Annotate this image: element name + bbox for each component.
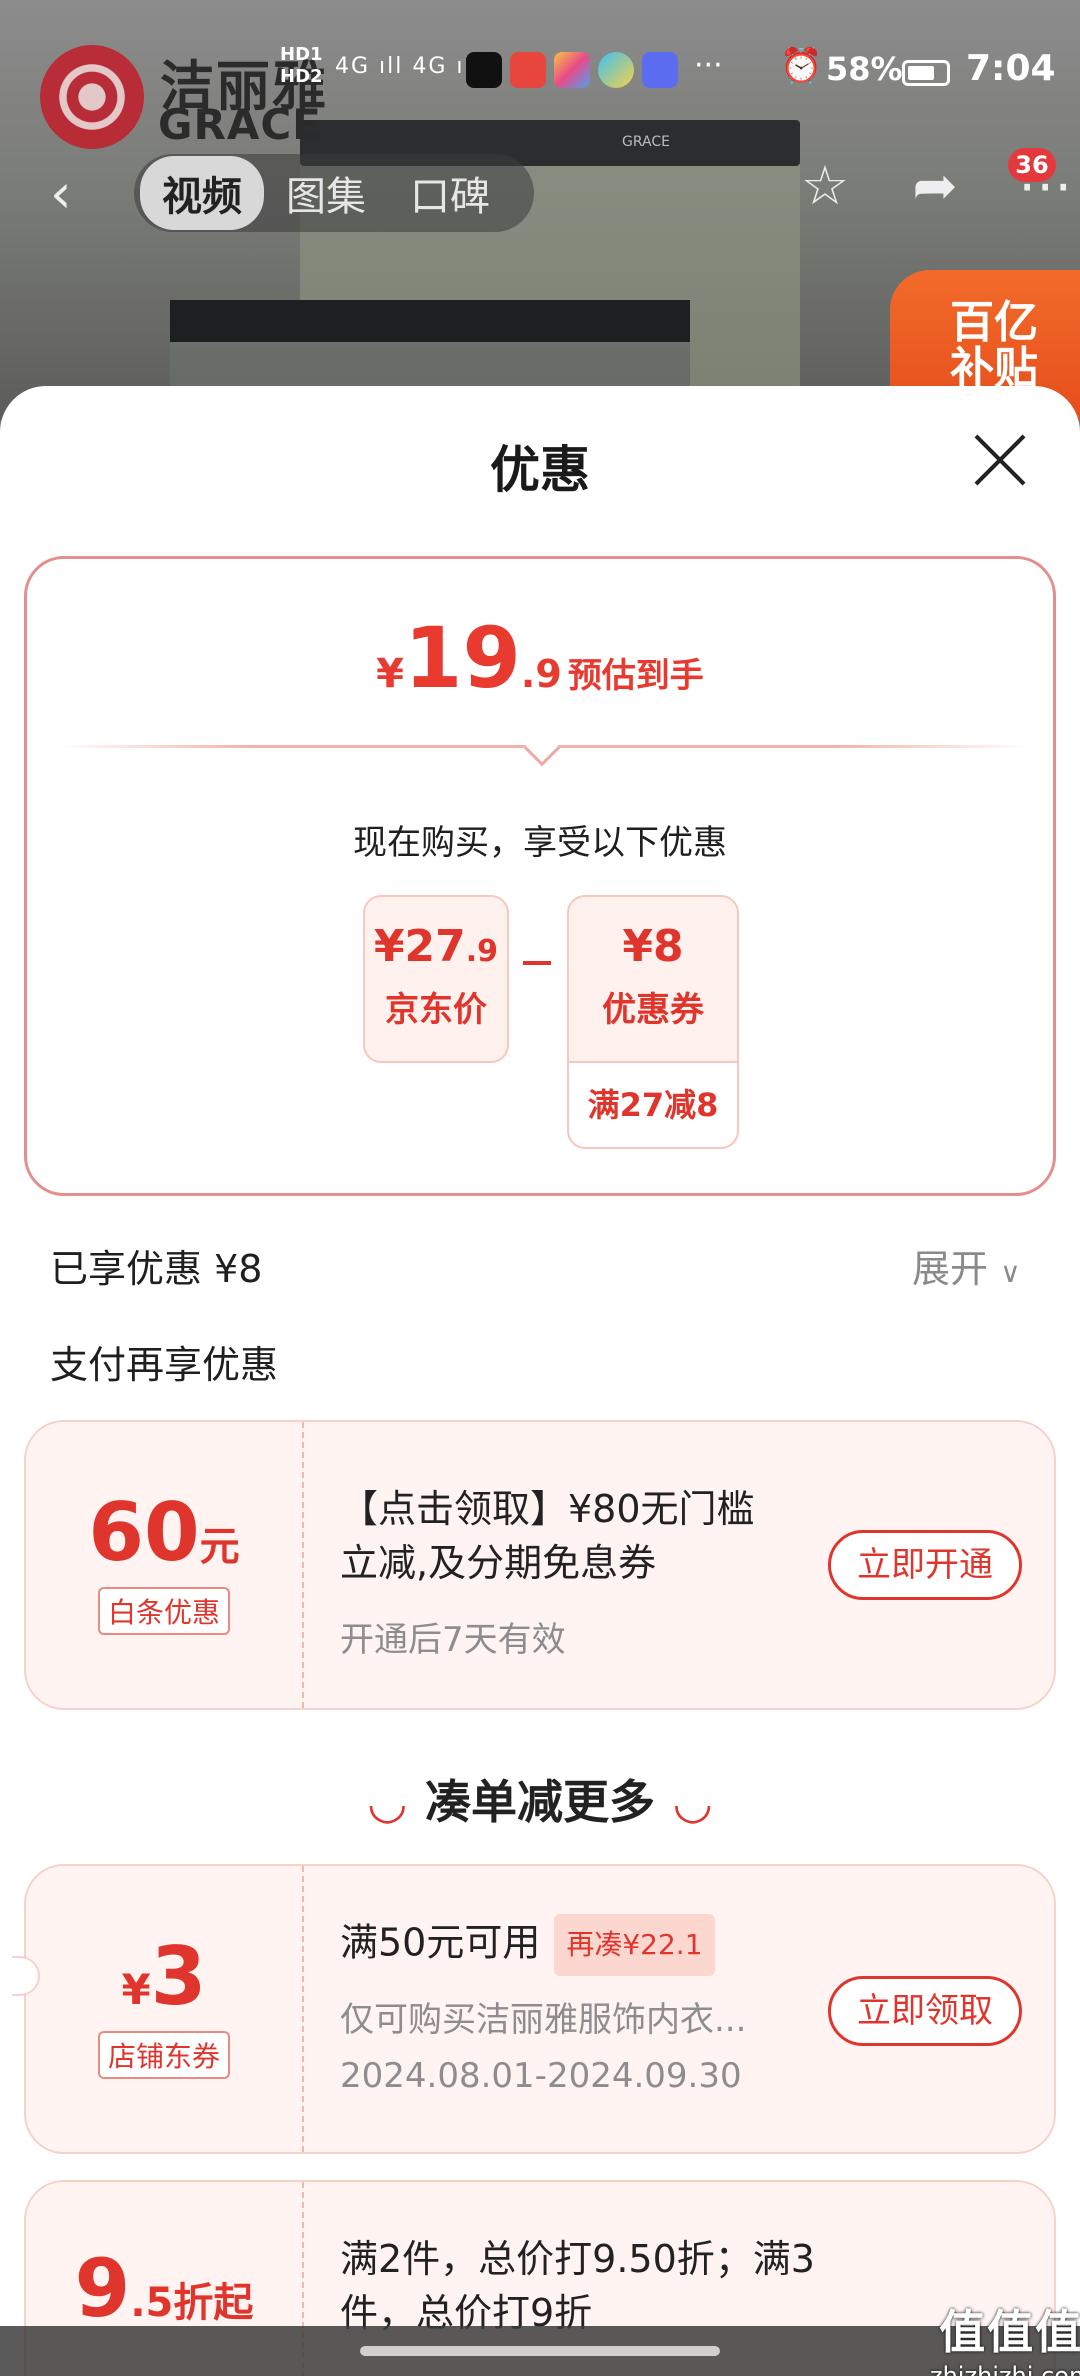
- shop-coupon-card: ¥3 店铺东券 满50元可用 再凑¥22.1 仅可购买洁丽雅服饰内衣... 202…: [12, 1864, 1056, 2154]
- app-icon: [554, 52, 590, 88]
- minus-sign: [523, 961, 551, 965]
- baitiao-title-line1: 【点击领取】¥80无门槛: [340, 1487, 755, 1531]
- shop-coupon-value: 3: [150, 1930, 207, 2023]
- add-more-tag: 再凑¥22.1: [554, 1914, 715, 1976]
- shop-coupon-currency: ¥: [121, 1965, 151, 2014]
- watermark: 值值值 zhizhizhi.com: [930, 2296, 1080, 2376]
- divider-notch: [523, 729, 561, 767]
- coupon-box: ¥8 优惠券 满27减8: [567, 895, 739, 1149]
- jd-price-main: ¥27: [373, 921, 466, 972]
- baitiao-amount-unit: 元: [199, 1524, 240, 1570]
- discount-title: 满2件，总价打9.50折；满3 件，总价打9折: [340, 2232, 815, 2340]
- section-heading: ◡ 凑单减更多 ◡: [0, 1766, 1080, 1832]
- enjoy-text: 现在购买，享受以下优惠: [353, 823, 727, 863]
- shop-coupon-left: ¥3 店铺东券: [26, 1866, 304, 2152]
- status-bar: HD1 HD2 4G ıll 4G ıll ··· ⏰ 58% 7:04: [0, 40, 1080, 100]
- hd2-label: HD2: [280, 66, 323, 87]
- estimated-decimal: .9: [520, 652, 562, 696]
- tiktok-icon: [466, 52, 502, 88]
- claim-coupon-button[interactable]: 立即领取: [828, 1976, 1022, 2046]
- top-nav: ‹ 视频 图集 口碑 ☆ ➦ ⋯: [0, 140, 1080, 240]
- notification-icons: [466, 52, 678, 88]
- shop-coupon-title: 满50元可用 再凑¥22.1: [340, 1914, 715, 1976]
- baitiao-title: 【点击领取】¥80无门槛 立减,及分期免息券: [340, 1482, 755, 1590]
- tab-reviews[interactable]: 口碑: [388, 156, 512, 230]
- shop-coupon-tag: 店铺东券: [97, 2031, 230, 2079]
- section-title: 凑单减更多: [425, 1775, 655, 1829]
- discount-title-line1: 满2件，总价打9.50折；满3: [340, 2237, 815, 2281]
- clock: 7:04: [966, 48, 1056, 89]
- tab-gallery[interactable]: 图集: [264, 156, 388, 230]
- shop-coupon-amount: ¥3: [26, 1930, 302, 2023]
- estimated-label: 预估到手: [567, 656, 704, 696]
- alarm-icon: ⏰: [780, 46, 823, 86]
- estimated-integer: 19: [404, 609, 521, 707]
- coupon-value: ¥8: [622, 921, 684, 972]
- close-icon[interactable]: [972, 432, 1028, 488]
- jd-price-decimal: .9: [465, 934, 499, 969]
- discount-amount: 9.5折起: [26, 2242, 302, 2335]
- watermark-site: zhizhizhi.com: [930, 2362, 1080, 2376]
- baitiao-title-line2: 立减,及分期免息券: [340, 1541, 657, 1585]
- shop-coupon-desc: 仅可购买洁丽雅服饰内衣...: [340, 2000, 747, 2040]
- estimated-price-card: ¥19.9 预估到手 现在购买，享受以下优惠 ¥27.9 京东价 ¥8 优惠券 满…: [24, 556, 1056, 1196]
- battery-icon: [902, 60, 950, 86]
- estimated-currency: ¥: [376, 651, 405, 697]
- media-tabs: 视频 图集 口碑: [134, 154, 534, 232]
- battery-percent: 58%: [826, 50, 903, 88]
- baitiao-subtitle: 开通后7天有效: [340, 1620, 566, 1660]
- jd-price-value: ¥27.9: [365, 921, 507, 972]
- chevron-down-icon: ∨: [1000, 1256, 1021, 1289]
- shop-coupon-date: 2024.08.01-2024.09.30: [340, 2056, 742, 2096]
- open-baitiao-button[interactable]: 立即开通: [828, 1530, 1022, 1600]
- smile-right-icon: ◡: [675, 1775, 711, 1829]
- music-icon: [642, 52, 678, 88]
- pay-more-heading: 支付再享优惠: [50, 1343, 279, 1387]
- baitiao-amount: 60元: [26, 1486, 302, 1579]
- product-waistband-2: [170, 300, 690, 342]
- jd-price-box: ¥27.9 京东价: [363, 895, 509, 1063]
- expand-button[interactable]: 展开 ∨: [912, 1238, 1021, 1293]
- watermark-logo: 值值值: [939, 2305, 1080, 2359]
- baitiao-left: 60元 白条优惠: [26, 1422, 304, 1708]
- home-indicator[interactable]: [360, 2346, 720, 2356]
- more-notifications-icon: ···: [694, 48, 723, 83]
- signal-icon: 4G ıll 4G ıll: [335, 54, 481, 79]
- discount-sheet: 优惠 ¥19.9 预估到手 现在购买，享受以下优惠 ¥27.9 京东价 ¥8 优惠…: [0, 386, 1080, 2376]
- hd-indicator: HD1 HD2: [280, 44, 323, 88]
- shop-app-icon: [510, 52, 546, 88]
- shop-coupon-condition: 满50元可用: [340, 1920, 541, 1965]
- coupon-label: 优惠券: [602, 990, 704, 1030]
- share-icon[interactable]: ➦: [900, 154, 970, 217]
- expand-label: 展开: [912, 1247, 989, 1291]
- coupon-condition: 满27减8: [569, 1061, 737, 1147]
- discount-suffix: .5折起: [130, 2280, 254, 2326]
- favorite-star-icon[interactable]: ☆: [790, 154, 860, 217]
- browser-icon: [598, 52, 634, 88]
- back-icon[interactable]: ‹: [50, 162, 72, 225]
- tab-video[interactable]: 视频: [140, 156, 264, 230]
- discount-value: 9: [74, 2242, 131, 2335]
- baitiao-offer-card: 60元 白条优惠 【点击领取】¥80无门槛 立减,及分期免息券 开通后7天有效 …: [24, 1420, 1056, 1710]
- sheet-title: 优惠: [490, 441, 590, 499]
- baitiao-tag: 白条优惠: [97, 1587, 230, 1635]
- enjoyed-discount: 已享优惠 ¥8: [50, 1247, 263, 1291]
- jd-price-label: 京东价: [385, 990, 487, 1030]
- estimated-price: ¥19.9 预估到手: [27, 609, 1053, 707]
- baitiao-amount-value: 60: [88, 1486, 200, 1579]
- hd1-label: HD1: [280, 44, 323, 65]
- smile-left-icon: ◡: [369, 1775, 405, 1829]
- message-badge: 36: [1008, 148, 1056, 182]
